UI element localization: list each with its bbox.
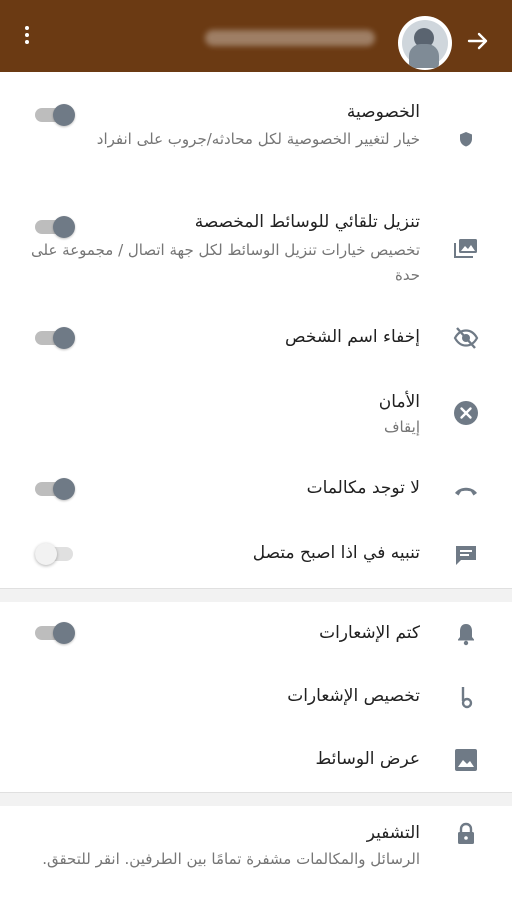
hide-name-toggle[interactable] xyxy=(35,325,77,351)
setting-no-calls[interactable]: لا توجد مكالمات xyxy=(0,462,512,520)
custom-notifications-title: تخصيص الإشعارات xyxy=(287,686,420,706)
chat-header xyxy=(0,0,512,72)
setting-mute-notifications[interactable]: كتم الإشعارات xyxy=(0,602,512,666)
bell-icon xyxy=(458,624,474,646)
no-calls-toggle[interactable] xyxy=(35,476,77,502)
eye-off-icon xyxy=(453,327,479,349)
media-visibility-title: عرض الوسائط xyxy=(315,749,420,769)
setting-encryption[interactable]: التشفير الرسائل والمكالمات مشفرة تمامًا … xyxy=(0,806,512,910)
setting-media-visibility[interactable]: عرض الوسائط xyxy=(0,728,512,792)
shield-icon xyxy=(460,132,472,147)
message-icon xyxy=(456,546,476,565)
auto-download-title: تنزيل تلقائي للوسائط المخصصة xyxy=(194,212,420,232)
image-icon xyxy=(455,749,477,771)
setting-auto-download[interactable]: تنزيل تلقائي للوسائط المخصصة تخصيص خيارا… xyxy=(0,190,512,304)
more-vert-icon[interactable] xyxy=(16,26,38,48)
call-end-icon xyxy=(455,487,477,496)
setting-online-alert[interactable]: تنبيه في اذا اصبح متصل xyxy=(0,520,512,588)
section-divider xyxy=(0,792,512,806)
privacy-toggle[interactable] xyxy=(35,102,77,128)
setting-privacy[interactable]: الخصوصية خيار لتغيير الخصوصية لكل محادثه… xyxy=(0,72,512,190)
setting-security[interactable]: الأمان إيقاف xyxy=(0,372,512,462)
music-note-icon xyxy=(461,687,473,709)
privacy-subtitle: خيار لتغيير الخصوصية لكل محادثه/جروب على… xyxy=(96,130,420,148)
encryption-subtitle: الرسائل والمكالمات مشفرة تمامًا بين الطر… xyxy=(42,850,420,868)
mute-notifications-toggle[interactable] xyxy=(35,620,77,646)
encryption-title: التشفير xyxy=(366,823,420,843)
mute-notifications-title: كتم الإشعارات xyxy=(319,623,420,643)
hide-name-title: إخفاء اسم الشخص xyxy=(285,327,420,347)
setting-custom-notifications[interactable]: تخصيص الإشعارات xyxy=(0,666,512,728)
security-subtitle: إيقاف xyxy=(383,418,420,436)
photo-library-icon xyxy=(454,239,477,258)
contact-name-blurred xyxy=(205,30,375,46)
privacy-title: الخصوصية xyxy=(346,102,420,122)
security-title: الأمان xyxy=(378,392,420,412)
arrow-forward-icon[interactable] xyxy=(466,29,490,53)
section-divider xyxy=(0,588,512,602)
lock-icon xyxy=(458,822,474,844)
no-calls-title: لا توجد مكالمات xyxy=(306,478,420,498)
cancel-icon xyxy=(454,401,478,425)
online-alert-title: تنبيه في اذا اصبح متصل xyxy=(252,543,420,563)
auto-download-subtitle: تخصيص خيارات تنزيل الوسائط لكل جهة اتصال… xyxy=(31,241,420,284)
auto-download-toggle[interactable] xyxy=(35,214,77,240)
avatar[interactable] xyxy=(398,16,452,70)
online-alert-toggle[interactable] xyxy=(35,541,77,567)
setting-hide-name[interactable]: إخفاء اسم الشخص xyxy=(0,304,512,372)
